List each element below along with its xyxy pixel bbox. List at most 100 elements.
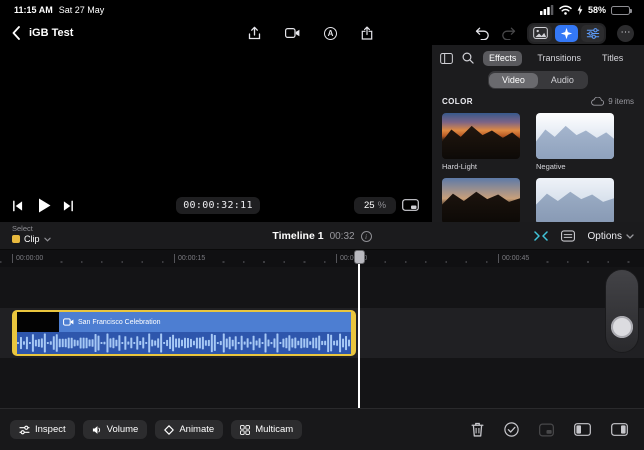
segment-audio[interactable]: Audio [538, 73, 587, 88]
camera-icon[interactable] [285, 28, 300, 38]
tab-transitions[interactable]: Transitions [531, 51, 587, 66]
multicam-label: Multicam [255, 424, 293, 435]
animate-label: Animate [179, 424, 214, 435]
charging-bolt-icon [577, 5, 583, 15]
wifi-icon [559, 5, 572, 15]
effect-thumbnail[interactable] [536, 178, 614, 222]
audio-waveform [17, 332, 351, 354]
ruler-label: 00:00:00 [12, 254, 43, 263]
timecode-display[interactable]: 00:00:32:11 [176, 197, 260, 214]
browser-toggle-group [527, 23, 606, 44]
skip-to-start-button[interactable] [12, 200, 23, 212]
effect-label: Negative [536, 162, 614, 171]
download-count[interactable]: 9 items [591, 97, 634, 106]
effects-browser-panel: Effects Transitions Titles Background Vi… [432, 45, 644, 222]
clock: 11:15 AM [14, 5, 53, 15]
options-menu[interactable]: Options [588, 231, 634, 242]
play-button[interactable] [38, 198, 51, 213]
export-icon[interactable] [248, 26, 261, 40]
volume-button[interactable]: Volume [83, 420, 148, 439]
more-menu-icon[interactable]: ⋯ [617, 25, 634, 42]
nav-bar: iGB Test A ⋯ [0, 20, 644, 46]
timeline-title: Timeline 1 [272, 230, 323, 242]
effects-grid: Hard-Light Negative [442, 113, 644, 222]
effect-label: Hard-Light [442, 162, 520, 171]
clip-audio-strip [17, 332, 351, 354]
select-label: Select [12, 224, 33, 233]
clip-menu-label: Clip [24, 234, 40, 244]
timeline-ruler[interactable]: 00:00:00 00:00:15 00:00:30 00:00:45 [0, 250, 644, 267]
share-icon[interactable] [361, 26, 373, 40]
playhead-handle[interactable] [354, 250, 365, 264]
cellular-icon [540, 5, 554, 15]
speaker-icon [92, 425, 102, 435]
snapping-icon[interactable] [534, 230, 548, 242]
skip-to-end-button[interactable] [63, 200, 74, 212]
zoom-unit: % [378, 200, 386, 211]
effects-browser-icon[interactable] [555, 25, 578, 42]
inspect-icon [19, 425, 30, 435]
segment-video[interactable]: Video [489, 73, 538, 88]
clip-thumbnail [17, 312, 59, 332]
animate-button[interactable]: Animate [155, 420, 223, 439]
effect-thumbnail-negative[interactable] [536, 113, 614, 159]
ruler-label: 00:00:15 [174, 254, 205, 263]
inspect-button[interactable]: Inspect [10, 420, 75, 439]
undo-icon[interactable] [475, 27, 490, 40]
effect-thumbnail-hard-light[interactable] [442, 113, 520, 159]
split-view-left-icon[interactable] [574, 423, 591, 436]
options-label: Options [588, 231, 622, 242]
jog-wheel[interactable] [605, 269, 639, 353]
date: Sat 27 May [59, 5, 105, 15]
redo-icon[interactable] [501, 27, 516, 40]
annotation-icon[interactable]: A [324, 27, 337, 40]
project-title: iGB Test [29, 27, 73, 39]
delete-icon[interactable] [471, 422, 484, 437]
jog-wheel-knob[interactable] [611, 316, 633, 338]
sidebar-toggle-icon[interactable] [440, 53, 453, 64]
effect-item[interactable]: Hard-Light [442, 113, 520, 171]
timeline-clip[interactable]: San Francisco Celebration [12, 310, 356, 356]
search-icon[interactable] [462, 52, 474, 64]
status-left: 11:15 AM Sat 27 May [14, 5, 104, 15]
effect-item[interactable] [442, 178, 520, 222]
transport-bar: 00:00:32:11 25 % [0, 192, 432, 220]
viewer-toolbar: A [248, 20, 373, 46]
display-output-icon[interactable] [402, 199, 419, 212]
timeline-duration: 00:32 [330, 231, 355, 242]
clip-appearance-icon[interactable] [561, 230, 575, 242]
section-title: COLOR [442, 97, 473, 106]
bottom-toolbar: Inspect Volume Animate Multicam [0, 408, 644, 450]
zoom-control[interactable]: 25 % [354, 197, 396, 214]
browser-tabs: Effects Transitions Titles Background [483, 51, 644, 66]
effect-item[interactable]: Negative [536, 113, 614, 171]
keyframe-icon [164, 425, 174, 435]
clip-menu[interactable]: Clip [12, 234, 51, 244]
chevron-down-icon [626, 234, 634, 239]
tab-effects[interactable]: Effects [483, 51, 522, 66]
tab-titles[interactable]: Titles [596, 51, 629, 66]
clip-name: San Francisco Celebration [78, 319, 161, 326]
inspector-icon[interactable] [581, 25, 604, 42]
status-right: 58% [540, 5, 630, 15]
status-bar: 11:15 AM Sat 27 May 58% [0, 0, 644, 20]
volume-label: Volume [107, 424, 139, 435]
check-circle-icon[interactable] [504, 422, 519, 437]
battery-icon [611, 6, 630, 15]
playhead[interactable] [358, 250, 360, 408]
cloud-download-icon [591, 97, 604, 106]
media-browser-icon[interactable] [529, 25, 552, 42]
chevron-down-icon [44, 237, 51, 242]
split-view-right-icon[interactable] [611, 423, 628, 436]
overlay-icon[interactable] [539, 423, 554, 437]
effect-item[interactable] [536, 178, 614, 222]
info-icon[interactable]: i [361, 231, 372, 242]
effect-thumbnail[interactable] [442, 178, 520, 222]
battery-percent: 58% [588, 5, 606, 15]
timeline-tracks: San Francisco Celebration [0, 267, 644, 408]
multicam-button[interactable]: Multicam [231, 420, 302, 439]
clip-video-strip: San Francisco Celebration [17, 312, 351, 332]
timeline-header: Select Clip Timeline 1 00:32 i Options [0, 222, 644, 250]
back-button[interactable] [12, 26, 20, 40]
tab-background[interactable]: Background [638, 51, 644, 66]
